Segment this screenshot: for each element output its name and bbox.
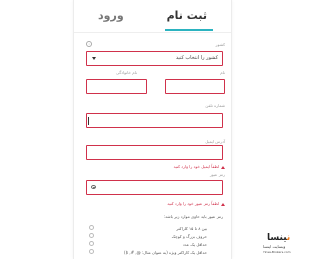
phone-field[interactable] xyxy=(86,113,223,135)
circle-icon xyxy=(89,241,94,246)
chevron-down-icon xyxy=(92,57,96,60)
phone-label: شماره تلفن xyxy=(205,103,225,108)
warning-icon xyxy=(221,202,225,206)
password-input[interactable] xyxy=(87,188,222,202)
last-name-label: نام خانوادگی xyxy=(116,70,138,75)
first-name-field[interactable] xyxy=(165,79,225,101)
logo-subtitle: وبسایت اینسا xyxy=(263,244,286,249)
country-label: کشور xyxy=(215,42,225,47)
password-error-text: لطفاً رمز عبور خود را وارد کنید xyxy=(167,201,219,206)
email-error-text: لطفاً ایمیل خود را وارد کنید xyxy=(173,164,219,169)
email-field[interactable] xyxy=(86,145,223,167)
tab-login[interactable]: ورود xyxy=(98,9,124,22)
circle-icon xyxy=(89,233,94,238)
logo-brand: نینسا xyxy=(267,233,290,243)
password-error: لطفاً رمز عبور خود را وارد کنید xyxy=(167,201,225,206)
password-label: رمز عبور xyxy=(209,172,225,177)
eye-icon[interactable] xyxy=(91,185,96,189)
first-name-input[interactable] xyxy=(166,87,224,101)
email-label: آدرس ایمیل xyxy=(205,139,225,144)
requirement-text: حروف بزرگ و کوچک xyxy=(171,234,207,239)
circle-icon xyxy=(89,225,94,230)
password-field[interactable] xyxy=(86,180,223,202)
active-tab-indicator xyxy=(165,29,213,31)
watermark-logo: نینسا وبسایت اینسا Yinsa-Brokers.com xyxy=(263,233,299,257)
requirement-item: بین ۸ تا ۱۵ کاراکتر xyxy=(83,225,223,232)
password-requirements-title: رمز عبور باید حاوی موارد زیر باشد: xyxy=(163,214,223,219)
requirement-text: حداقل یک عدد xyxy=(182,242,207,247)
last-name-field[interactable] xyxy=(86,79,147,101)
logo-accent: ن xyxy=(286,233,291,243)
requirement-item: حروف بزرگ و کوچک xyxy=(83,233,223,240)
signup-panel: ثبت نام ورود کشور i کشور را انتخاب کنید … xyxy=(73,0,232,259)
logo-brand-text: ینسا xyxy=(267,233,287,243)
circle-icon xyxy=(89,249,94,254)
requirement-item: حداقل یک عدد xyxy=(83,241,223,248)
last-name-input[interactable] xyxy=(87,87,146,101)
warning-icon xyxy=(221,165,225,169)
email-error: لطفاً ایمیل خود را وارد کنید xyxy=(174,164,225,169)
requirement-text: حداقل یک کاراکتر ویژه (به عنوان مثال: @,… xyxy=(124,250,207,255)
auth-tabs: ثبت نام ورود xyxy=(74,0,231,33)
first-name-label: نام xyxy=(220,70,225,75)
info-icon[interactable]: i xyxy=(86,41,92,47)
tab-signup[interactable]: ثبت نام xyxy=(167,9,207,22)
country-select[interactable]: کشور را انتخاب کنید xyxy=(86,51,223,66)
logo-url: Yinsa-Brokers.com xyxy=(263,250,291,254)
requirement-item: حداقل یک کاراکتر ویژه (به عنوان مثال: @,… xyxy=(83,249,223,256)
text-cursor xyxy=(88,117,89,125)
country-select-value: کشور را انتخاب کنید xyxy=(175,55,218,61)
requirement-text: بین ۸ تا ۱۵ کاراکتر xyxy=(176,226,207,231)
phone-input[interactable] xyxy=(87,121,222,135)
